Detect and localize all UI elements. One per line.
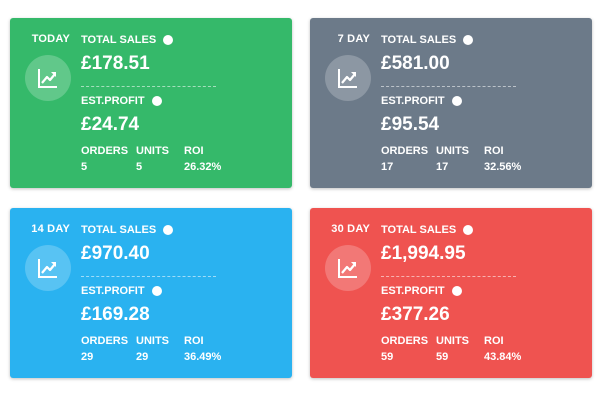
orders-value: 5 — [81, 161, 88, 173]
divider — [381, 86, 516, 87]
orders-label: ORDERS — [381, 145, 429, 157]
roi-value: 36.49% — [184, 351, 222, 363]
est-profit-value: £377.26 — [381, 304, 450, 325]
card-content: TOTAL SALES £970.40 EST.PROFIT £169.28 O… — [81, 208, 281, 378]
units-value: 59 — [436, 351, 449, 363]
total-sales-value: £970.40 — [81, 243, 150, 264]
total-sales-value: £1,994.95 — [381, 243, 466, 264]
units-label: UNITS — [136, 335, 169, 347]
est-profit-value: £24.74 — [81, 114, 140, 135]
period-label: 7 DAY — [337, 33, 370, 45]
sales-card-30-day: 30 DAY TOTAL SALES £1,994.95 EST.PROFIT … — [310, 208, 592, 378]
total-sales-value: £581.00 — [381, 53, 450, 74]
units-label: UNITS — [136, 145, 169, 157]
est-profit-label: EST.PROFIT — [81, 285, 145, 297]
orders-value: 29 — [81, 351, 94, 363]
sales-card-7-day: 7 DAY TOTAL SALES £581.00 EST.PROFIT £95… — [310, 18, 592, 188]
period-label: 14 DAY — [31, 223, 70, 235]
roi-label: ROI — [484, 335, 504, 347]
info-icon[interactable] — [463, 35, 474, 45]
info-icon[interactable] — [463, 225, 474, 235]
trending-chart-icon — [325, 245, 371, 291]
est-profit-value: £169.28 — [81, 304, 150, 325]
divider — [381, 276, 516, 277]
roi-label: ROI — [184, 335, 204, 347]
divider — [81, 86, 216, 87]
units-label: UNITS — [436, 145, 469, 157]
units-value: 29 — [136, 351, 149, 363]
total-sales-label: TOTAL SALES — [81, 224, 157, 236]
info-icon[interactable] — [163, 35, 174, 45]
est-profit-label: EST.PROFIT — [381, 285, 445, 297]
info-icon[interactable] — [151, 286, 162, 296]
roi-value: 32.56% — [484, 161, 522, 173]
divider — [81, 276, 216, 277]
roi-value: 26.32% — [184, 161, 222, 173]
period-label: TODAY — [31, 33, 70, 45]
info-icon[interactable] — [451, 286, 462, 296]
orders-value: 17 — [381, 161, 394, 173]
trending-chart-icon — [25, 245, 71, 291]
est-profit-label: EST.PROFIT — [381, 95, 445, 107]
period-label: 30 DAY — [331, 223, 370, 235]
total-sales-label: TOTAL SALES — [381, 224, 457, 236]
info-icon[interactable] — [451, 96, 462, 106]
est-profit-label: EST.PROFIT — [81, 95, 145, 107]
total-sales-label: TOTAL SALES — [381, 34, 457, 46]
sales-card-today: TODAY TOTAL SALES £178.51 EST.PROFIT £24… — [10, 18, 292, 188]
total-sales-label: TOTAL SALES — [81, 34, 157, 46]
orders-label: ORDERS — [81, 145, 129, 157]
roi-label: ROI — [184, 145, 204, 157]
total-sales-value: £178.51 — [81, 53, 150, 74]
units-label: UNITS — [436, 335, 469, 347]
units-value: 5 — [136, 161, 143, 173]
trending-chart-icon — [325, 55, 371, 101]
est-profit-value: £95.54 — [381, 114, 440, 135]
card-content: TOTAL SALES £581.00 EST.PROFIT £95.54 OR… — [381, 18, 581, 188]
card-content: TOTAL SALES £178.51 EST.PROFIT £24.74 OR… — [81, 18, 281, 188]
orders-label: ORDERS — [381, 335, 429, 347]
orders-value: 59 — [381, 351, 394, 363]
sales-card-14-day: 14 DAY TOTAL SALES £970.40 EST.PROFIT £1… — [10, 208, 292, 378]
units-value: 17 — [436, 161, 449, 173]
roi-value: 43.84% — [484, 351, 522, 363]
card-content: TOTAL SALES £1,994.95 EST.PROFIT £377.26… — [381, 208, 581, 378]
info-icon[interactable] — [151, 96, 162, 106]
orders-label: ORDERS — [81, 335, 129, 347]
roi-label: ROI — [484, 145, 504, 157]
info-icon[interactable] — [163, 225, 174, 235]
trending-chart-icon — [25, 55, 71, 101]
